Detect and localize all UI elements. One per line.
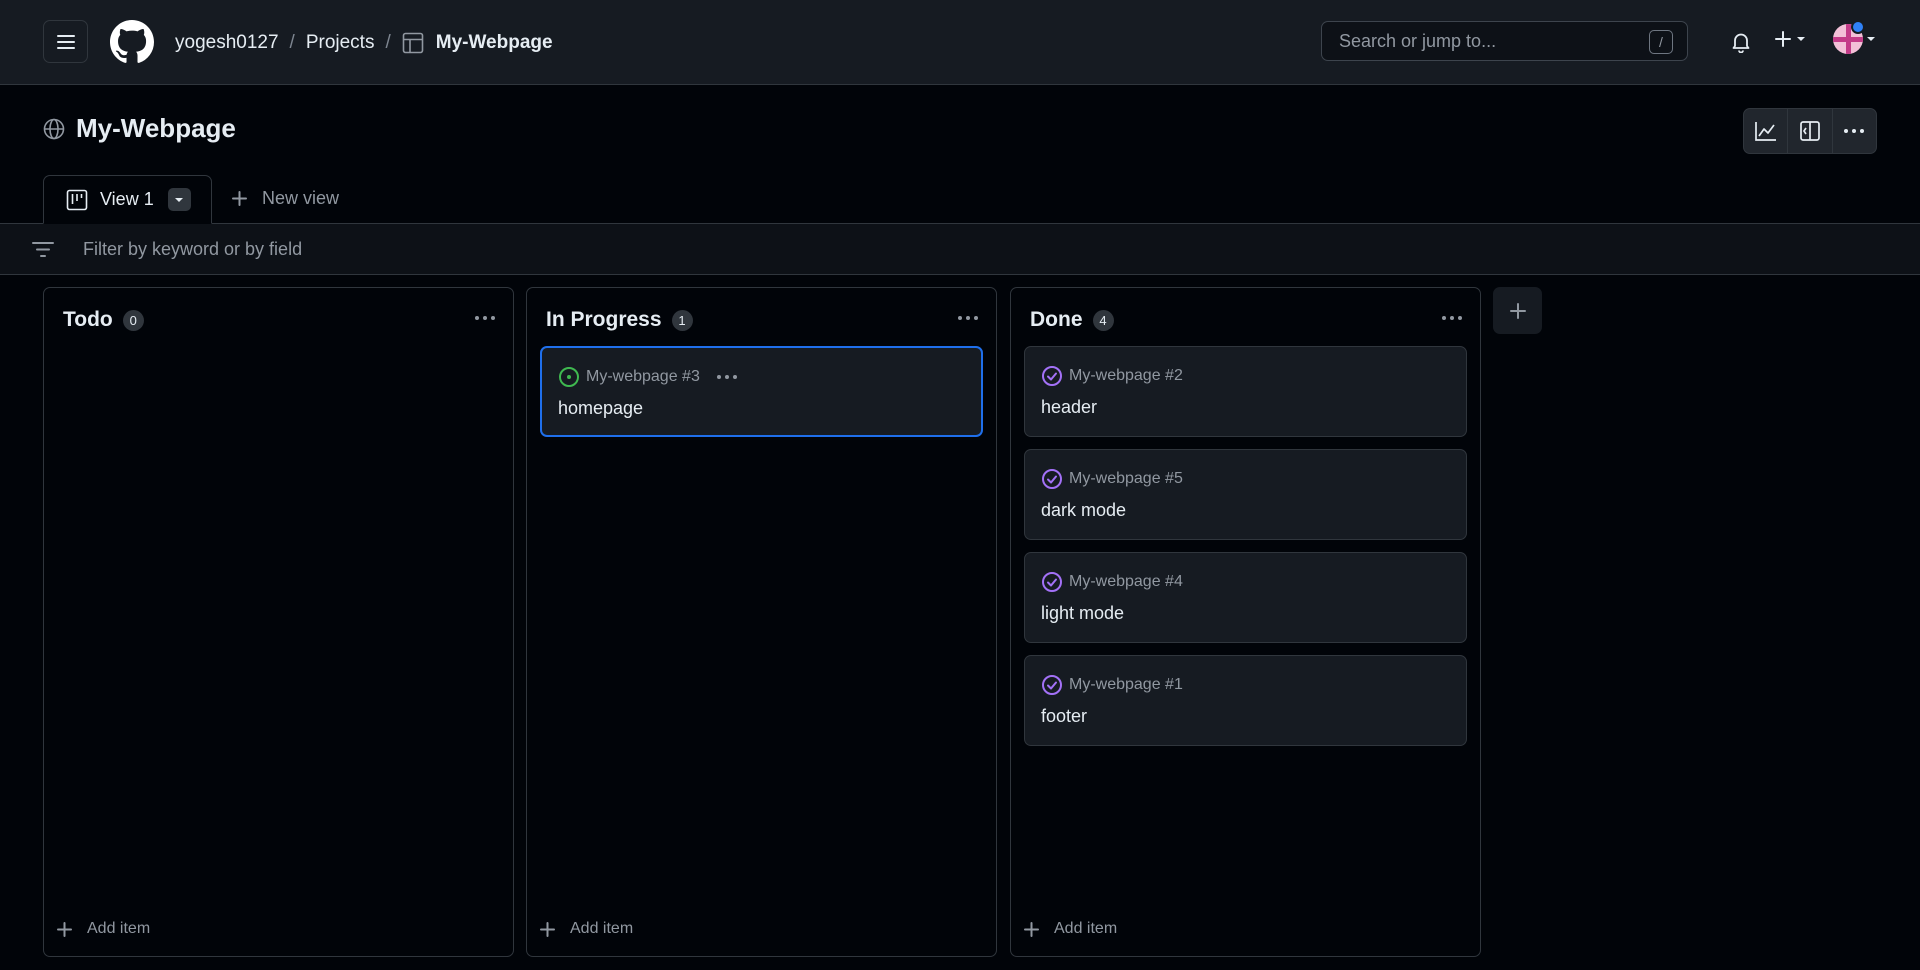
kebab-horizontal-icon bbox=[475, 316, 495, 320]
card-reference: My-webpage #1 bbox=[1041, 674, 1183, 696]
card-reference-text: My-webpage #3 bbox=[586, 368, 700, 385]
card-reference-text: My-webpage #2 bbox=[1069, 367, 1183, 384]
filter-input[interactable] bbox=[83, 236, 1783, 263]
create-new-button[interactable] bbox=[1774, 30, 1806, 48]
card-reference: My-webpage #2 bbox=[1041, 365, 1183, 387]
board-column-todo: Todo 0 Add item bbox=[43, 287, 514, 957]
notifications-button[interactable] bbox=[1730, 31, 1752, 53]
board-card[interactable]: My-webpage #1 footer bbox=[1024, 655, 1467, 746]
card-reference: My-webpage #4 bbox=[1041, 571, 1183, 593]
card-title[interactable]: dark mode bbox=[1041, 500, 1126, 521]
issue-opened-icon bbox=[559, 367, 579, 387]
board-column-in-progress: In Progress 1 My-webpage #3 homepage Add… bbox=[526, 287, 997, 957]
board-icon bbox=[66, 189, 88, 210]
globe-icon bbox=[43, 118, 65, 140]
issue-closed-icon bbox=[1042, 469, 1062, 489]
column-title: Todo bbox=[63, 308, 113, 331]
search-shortcut-key: / bbox=[1649, 30, 1673, 54]
menu-button[interactable] bbox=[43, 20, 88, 63]
breadcrumb-projects[interactable]: Projects bbox=[306, 32, 375, 54]
breadcrumb-owner[interactable]: yogesh0127 bbox=[175, 32, 279, 54]
board-card[interactable]: My-webpage #2 header bbox=[1024, 346, 1467, 437]
issue-closed-icon bbox=[1042, 572, 1062, 592]
plus-icon bbox=[1024, 921, 1039, 937]
table-icon bbox=[402, 32, 424, 54]
plus-icon bbox=[540, 921, 555, 937]
kebab-horizontal-icon bbox=[716, 375, 737, 379]
board-card[interactable]: My-webpage #3 homepage bbox=[540, 346, 983, 437]
card-title[interactable]: homepage bbox=[558, 398, 643, 419]
card-reference-text: My-webpage #4 bbox=[1069, 573, 1183, 590]
issue-closed-icon bbox=[1042, 675, 1062, 695]
global-header: yogesh0127 / Projects / My-Webpage Searc… bbox=[0, 0, 1920, 85]
insights-button[interactable] bbox=[1744, 109, 1789, 153]
triangle-down-icon bbox=[1797, 37, 1805, 41]
board-card[interactable]: My-webpage #5 dark mode bbox=[1024, 449, 1467, 540]
column-count-badge: 0 bbox=[122, 309, 144, 331]
column-menu-button[interactable] bbox=[474, 315, 496, 321]
bell-icon bbox=[1732, 33, 1750, 53]
search-input[interactable]: Search or jump to... / bbox=[1321, 21, 1688, 61]
card-reference: My-webpage #5 bbox=[1041, 468, 1183, 490]
column-header: Todo 0 bbox=[63, 308, 144, 332]
column-title: Done bbox=[1030, 308, 1083, 331]
add-item-button[interactable]: Add item bbox=[56, 920, 150, 938]
breadcrumb-separator: / bbox=[385, 31, 391, 53]
filter-icon[interactable] bbox=[31, 241, 55, 258]
more-options-button[interactable] bbox=[1833, 109, 1876, 153]
add-column-button[interactable] bbox=[1493, 287, 1542, 334]
breadcrumb-separator: / bbox=[289, 31, 295, 53]
column-menu-button[interactable] bbox=[1441, 315, 1463, 321]
new-view-button[interactable]: New view bbox=[231, 188, 339, 209]
view-options-button[interactable] bbox=[167, 188, 191, 211]
kebab-horizontal-icon bbox=[1442, 316, 1462, 320]
card-reference-text: My-webpage #1 bbox=[1069, 676, 1183, 693]
breadcrumb: yogesh0127 / Projects / My-Webpage bbox=[175, 0, 553, 85]
card-title[interactable]: header bbox=[1041, 397, 1097, 418]
kebab-horizontal-icon bbox=[1844, 129, 1865, 133]
card-menu-button[interactable] bbox=[716, 374, 738, 380]
issue-closed-icon bbox=[1042, 366, 1062, 386]
column-header: In Progress 1 bbox=[546, 308, 693, 332]
triangle-down-icon bbox=[175, 197, 184, 202]
breadcrumb-project[interactable]: My-Webpage bbox=[436, 32, 553, 54]
add-item-label: Add item bbox=[1054, 920, 1118, 937]
new-view-label: New view bbox=[262, 188, 340, 208]
column-count-badge: 4 bbox=[1092, 309, 1114, 331]
triangle-down-icon bbox=[1867, 37, 1875, 41]
insights-icon bbox=[1754, 122, 1776, 141]
add-item-label: Add item bbox=[570, 920, 634, 937]
plus-icon bbox=[232, 191, 247, 206]
board-card[interactable]: My-webpage #4 light mode bbox=[1024, 552, 1467, 643]
column-count-badge: 1 bbox=[671, 309, 693, 331]
side-panel-icon bbox=[1800, 121, 1820, 141]
filter-bar bbox=[0, 224, 1920, 275]
github-logo-icon[interactable] bbox=[110, 20, 154, 64]
notification-indicator bbox=[1851, 20, 1865, 34]
add-item-button[interactable]: Add item bbox=[539, 920, 633, 938]
plus-icon bbox=[1509, 302, 1526, 319]
plus-icon bbox=[1775, 31, 1791, 47]
column-title: In Progress bbox=[546, 308, 662, 331]
column-header: Done 4 bbox=[1030, 308, 1114, 332]
project-actions-group bbox=[1743, 108, 1877, 154]
card-reference: My-webpage #3 bbox=[558, 366, 738, 388]
board-column-done: Done 4 My-webpage #2 header My-webpage #… bbox=[1010, 287, 1481, 957]
plus-icon bbox=[57, 921, 72, 937]
kebab-horizontal-icon bbox=[958, 316, 978, 320]
tab-label: View 1 bbox=[100, 189, 154, 209]
side-panel-button[interactable] bbox=[1788, 109, 1833, 153]
card-title[interactable]: light mode bbox=[1041, 603, 1124, 624]
hamburger-icon bbox=[56, 34, 75, 49]
tab-view-1[interactable]: View 1 bbox=[43, 175, 212, 224]
page-title: My-Webpage bbox=[76, 113, 236, 143]
add-item-button[interactable]: Add item bbox=[1023, 920, 1117, 938]
card-title[interactable]: footer bbox=[1041, 706, 1087, 727]
add-item-label: Add item bbox=[87, 920, 151, 937]
card-reference-text: My-webpage #5 bbox=[1069, 470, 1183, 487]
column-menu-button[interactable] bbox=[957, 315, 979, 321]
search-placeholder: Search or jump to... bbox=[1339, 30, 1497, 51]
